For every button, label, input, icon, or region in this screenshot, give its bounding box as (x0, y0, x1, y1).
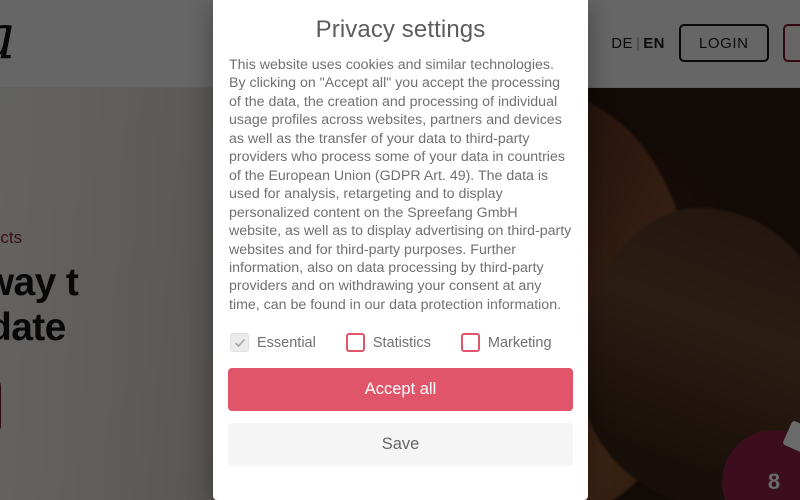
privacy-settings-dialog: Privacy settings This website uses cooki… (213, 0, 588, 500)
consent-label-marketing: Marketing (487, 334, 552, 351)
privacy-dialog-title: Privacy settings (315, 16, 486, 43)
accept-all-button[interactable]: Accept all (228, 368, 573, 412)
consent-option-statistics[interactable]: Statistics (345, 333, 431, 353)
checkbox-marketing[interactable] (460, 333, 480, 353)
consent-option-essential[interactable]: Essential (230, 333, 316, 353)
consent-option-marketing[interactable]: Marketing (460, 333, 552, 353)
check-icon (234, 339, 245, 347)
checkbox-statistics[interactable] (345, 333, 365, 353)
consent-label-essential: Essential (257, 334, 316, 351)
checkbox-essential-checked-disabled (230, 333, 249, 353)
consent-options-group: Essential Statistics Marketing (228, 333, 573, 353)
save-button[interactable]: Save (228, 423, 573, 467)
privacy-dialog-body-text: This website uses cookies and similar te… (229, 57, 572, 313)
screenshot-root: fa DE|EN LOGIN R ty for discreet contact… (0, 0, 800, 500)
consent-label-statistics: Statistics (372, 334, 431, 351)
